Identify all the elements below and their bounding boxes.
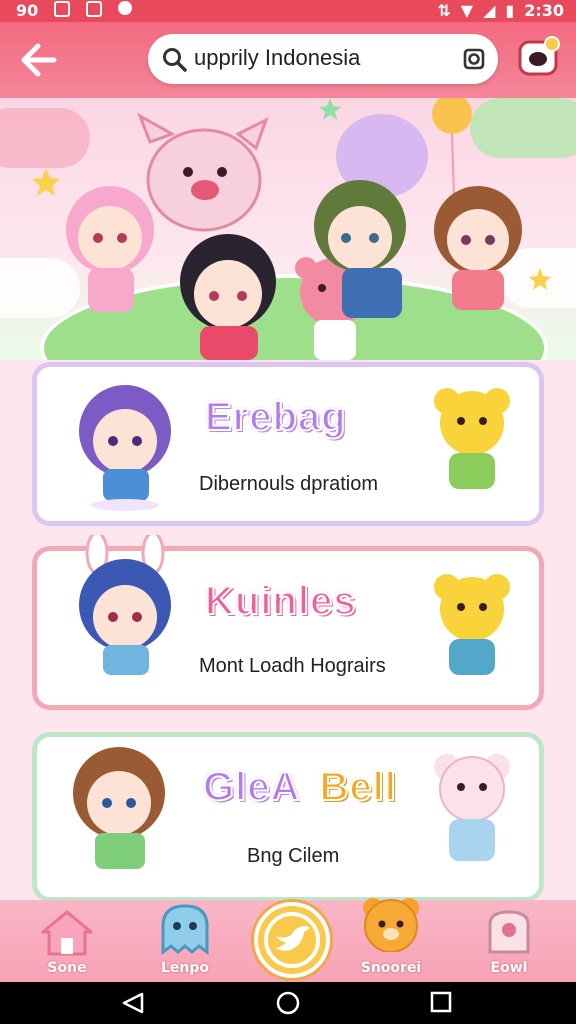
vibrate-icon: ⇅ — [437, 1, 451, 20]
card-subtitle: Dibernouls dpratiom — [199, 473, 378, 495]
bird-icon — [264, 912, 320, 968]
notification-icon — [54, 1, 71, 17]
status-left-text: 90 — [16, 1, 39, 20]
nav-label: Snoorei — [360, 960, 422, 976]
card-title-right: Bell — [318, 764, 397, 810]
card-subtitle: Mont Loadh Hograirs — [199, 655, 386, 677]
bear-mascot-icon — [434, 754, 510, 861]
image-notification-icon — [86, 1, 103, 17]
back-button[interactable] — [16, 40, 60, 80]
app-notification-icon — [118, 1, 133, 15]
battery-icon: ▮ — [505, 1, 515, 20]
bottom-nav: Sone Lenpo Snoorei Eowl — [0, 898, 576, 982]
card-title-left: GleA — [202, 764, 301, 810]
bear-mascot-icon — [434, 574, 510, 675]
search-icon — [163, 48, 187, 72]
lens-icon[interactable] — [460, 45, 488, 73]
signal-icon: ◢ — [483, 1, 496, 20]
status-bar: 90 ⇅ ▼ ◢ ▮ 2:30 — [0, 0, 576, 22]
home-circle-icon[interactable] — [276, 991, 300, 1015]
nav-item-snoorei[interactable]: Snoorei — [346, 898, 436, 982]
home-icon — [41, 910, 93, 956]
bear-icon — [363, 898, 419, 952]
category-card[interactable]: Kuinles Mont Loadh Hograirs — [32, 535, 544, 710]
top-bar: upprily Indonesia — [0, 22, 576, 98]
nav-item-center[interactable] — [254, 902, 330, 978]
back-arrow-icon — [21, 43, 57, 77]
nav-label: Sone — [47, 960, 87, 976]
status-time: 2:30 — [524, 1, 564, 20]
nav-item-lenpo[interactable]: Lenpo — [140, 900, 230, 982]
card-title: GleA Bell — [202, 764, 397, 810]
category-card[interactable]: GleA Bell Bng Cilem — [32, 732, 544, 902]
card-title: Erebag — [204, 394, 347, 440]
nav-item-profile[interactable]: Eowl — [464, 900, 554, 982]
camera-icon — [518, 36, 560, 76]
character-illustration — [79, 385, 171, 511]
hero-illustration — [0, 98, 576, 360]
characters-illustration — [32, 98, 551, 360]
category-card[interactable]: Erebag Dibernouls dpratiom — [32, 362, 544, 526]
nav-label: Lenpo — [160, 960, 210, 976]
character-illustration — [73, 747, 165, 869]
search-bar[interactable]: upprily Indonesia — [148, 34, 498, 84]
search-input[interactable]: upprily Indonesia — [194, 45, 360, 71]
character-illustration — [79, 535, 171, 675]
profile-icon — [488, 910, 530, 954]
camera-button[interactable] — [516, 34, 562, 80]
nav-item-home[interactable]: Sone — [22, 900, 112, 982]
recent-apps-icon[interactable] — [430, 991, 452, 1013]
wifi-icon: ▼ — [460, 1, 474, 20]
ghost-icon — [161, 904, 209, 955]
system-navigation-bar — [0, 982, 576, 1024]
card-subtitle: Bng Cilem — [247, 845, 340, 867]
nav-label: Eowl — [490, 960, 528, 976]
bear-mascot-icon — [434, 388, 510, 489]
card-title: Kuinles — [204, 578, 357, 624]
back-triangle-icon[interactable] — [120, 991, 146, 1015]
